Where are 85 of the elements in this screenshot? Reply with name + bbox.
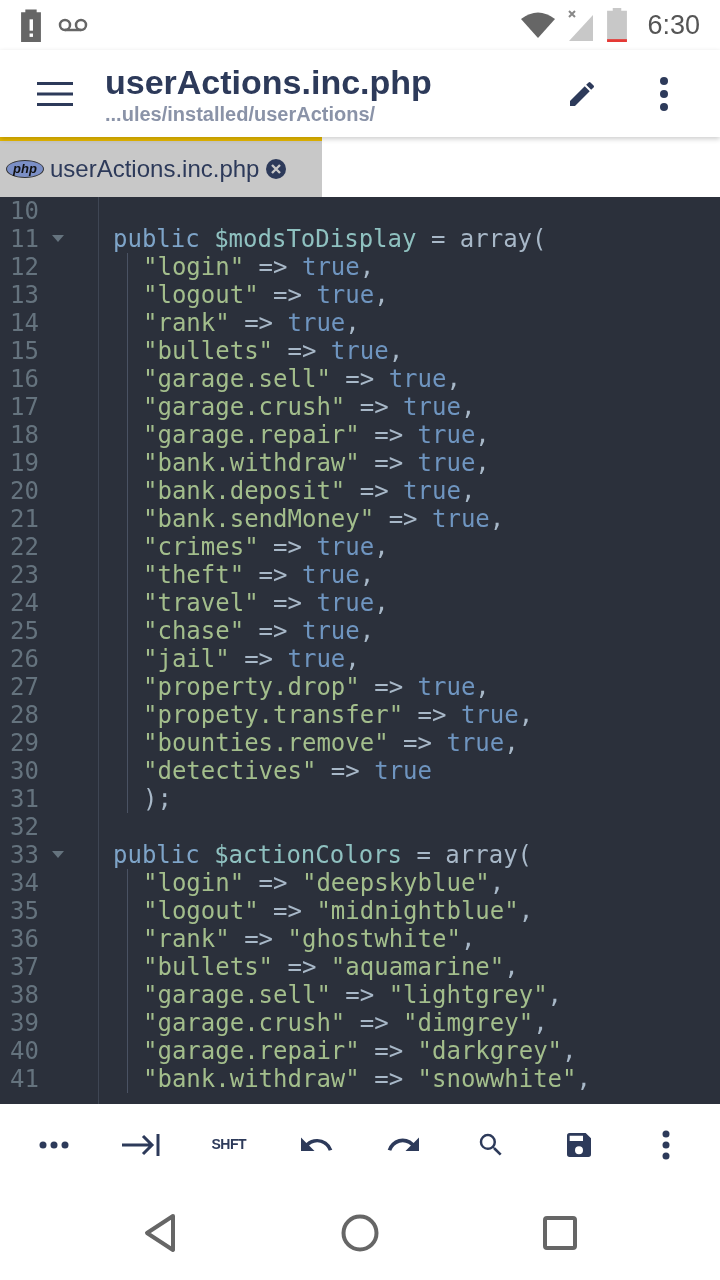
file-path: ...ules/installed/userActions/: [105, 101, 377, 126]
line-number: 12: [10, 253, 40, 281]
tab-label: userActions.inc.php: [50, 154, 260, 184]
line-number: 25: [10, 617, 40, 645]
fold-caret-icon: [52, 851, 64, 859]
code-editor[interactable]: [0, 197, 720, 1104]
home-icon: [341, 1213, 379, 1252]
signal-icon: [567, 9, 596, 41]
line-number: 18: [10, 421, 40, 449]
line-number: 23: [10, 561, 40, 589]
line-number: 31: [10, 785, 40, 813]
more-horizontal-icon: [38, 1140, 69, 1149]
code-line: "bank.deposit" => true,: [143, 477, 476, 505]
code-line: "property.drop" => true,: [143, 673, 490, 701]
code-line: "bounties.remove" => true,: [143, 729, 519, 757]
code-line: "logout" => true,: [143, 281, 389, 309]
file-title: userActions.inc.php: [105, 61, 433, 102]
line-number: 15: [10, 337, 40, 365]
code-line: "rank" => true,: [143, 309, 360, 337]
line-number: 24: [10, 589, 40, 617]
line-number: 40: [10, 1037, 40, 1065]
code-line: "bullets" => "aquamarine",: [143, 953, 519, 981]
code-line: "garage.crush" => true,: [143, 393, 476, 421]
code-line: "login" => true,: [143, 253, 375, 281]
line-number: 17: [10, 393, 40, 421]
menu-icon: [37, 80, 73, 107]
recents-icon: [543, 1215, 577, 1250]
line-number: 29: [10, 729, 40, 757]
code-line: "logout" => "midnightblue",: [143, 897, 534, 925]
php-icon: php: [6, 160, 44, 178]
line-number: 27: [10, 673, 40, 701]
battery-icon: [607, 8, 628, 42]
line-number: 28: [10, 701, 40, 729]
code-line: );: [143, 785, 172, 813]
more-vertical-icon: [662, 1129, 671, 1160]
code-line: "crimes" => true,: [143, 533, 389, 561]
code-line: "bank.withdraw" => "snowwhite",: [143, 1065, 591, 1093]
line-number: 21: [10, 505, 40, 533]
line-number: 10: [10, 197, 40, 225]
more-vertical-icon: [659, 76, 669, 111]
code-line: "garage.repair" => "darkgrey",: [143, 1037, 577, 1065]
line-number: 38: [10, 981, 40, 1009]
code-line: "travel" => true,: [143, 589, 389, 617]
line-number: 36: [10, 925, 40, 953]
tab-arrow-icon: [122, 1132, 161, 1157]
back-icon: [143, 1212, 177, 1253]
close-icon: [265, 158, 288, 180]
code-line: "rank" => "ghostwhite",: [143, 925, 476, 953]
shift-button[interactable]: SHFT: [198, 1114, 259, 1175]
code-line: "garage.sell" => true,: [143, 365, 461, 393]
line-number: 11: [10, 225, 40, 253]
line-number: 14: [10, 309, 40, 337]
code-line: public $actionColors = array(: [113, 841, 533, 869]
line-number: 34: [10, 869, 40, 897]
fold-caret-icon: [52, 235, 64, 243]
code-line: "chase" => true,: [143, 617, 375, 645]
code-line: "garage.repair" => true,: [143, 421, 490, 449]
code-line: "theft" => true,: [143, 561, 375, 589]
line-number: 32: [10, 813, 40, 841]
file-tab[interactable]: php userActions.inc.php: [0, 137, 322, 197]
code-line: "bank.withdraw" => true,: [143, 449, 490, 477]
code-line: "bullets" => true,: [143, 337, 404, 365]
code-line: "jail" => true,: [143, 645, 360, 673]
code-line: "bank.sendMoney" => true,: [143, 505, 505, 533]
line-number: 19: [10, 449, 40, 477]
line-number: 35: [10, 897, 40, 925]
code-line: public $modsToDisplay = array(: [113, 225, 547, 253]
line-number: 20: [10, 477, 40, 505]
line-number: 41: [10, 1065, 40, 1093]
line-number: 39: [10, 1009, 40, 1037]
line-number: 13: [10, 281, 40, 309]
line-number: 37: [10, 953, 40, 981]
battery-alert-icon: [20, 8, 42, 42]
code-line: "login" => "deepskyblue",: [143, 869, 505, 897]
line-number: 16: [10, 365, 40, 393]
clock-time: 6:30: [647, 8, 700, 42]
line-number: 33: [10, 841, 40, 869]
line-number: 22: [10, 533, 40, 561]
line-number: 30: [10, 757, 40, 785]
code-line: "detectives" => true: [143, 757, 432, 785]
wifi-icon: [521, 12, 556, 38]
line-number: 26: [10, 645, 40, 673]
code-line: "garage.sell" => "lightgrey",: [143, 981, 563, 1009]
code-line: "garage.crush" => "dimgrey",: [143, 1009, 548, 1037]
code-line: "propety.transfer" => true,: [143, 701, 534, 729]
